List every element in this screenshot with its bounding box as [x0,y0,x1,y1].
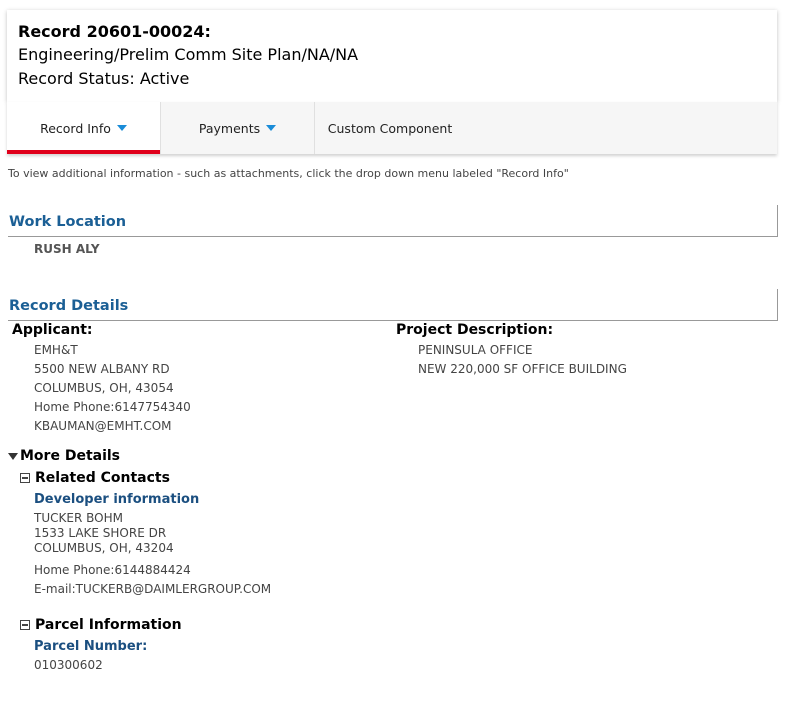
more-details-toggle[interactable]: More Details [8,448,120,464]
record-details-title: Record Details [9,298,129,314]
tab-record-info[interactable]: Record Info [7,102,160,154]
applicant-name: EMH&T [34,343,78,357]
tab-payments-label: Payments [198,120,261,136]
record-details-header: Record Details [8,289,778,321]
caret-down-icon [266,125,277,131]
info-hint: To view additional information - such as… [8,167,569,180]
contact-city: COLUMBUS, OH, 43204 [34,541,174,555]
tab-record-info-label: Record Info [40,120,111,136]
triangle-down-icon [8,452,18,460]
more-details-label: More Details [20,448,121,464]
related-contacts-label: Related Contacts [35,470,170,486]
project-name: PENINSULA OFFICE [418,343,533,357]
work-location-address: RUSH ALY [34,242,100,256]
contact-name: TUCKER BOHM [34,511,123,525]
applicant-street: 5500 NEW ALBANY RD [34,362,170,376]
tab-custom-component-label: Custom Component [327,120,453,136]
record-type: Engineering/Prelim Comm Site Plan/NA/NA [18,45,359,64]
related-contacts-toggle[interactable]: Related Contacts [20,470,170,486]
applicant-label: Applicant: [12,322,93,338]
applicant-phone: Home Phone:6147754340 [34,400,191,414]
parcel-number: 010300602 [34,658,103,672]
project-detail: NEW 220,000 SF OFFICE BUILDING [418,362,627,376]
record-title: Record 20601-00024: [18,22,211,41]
parcel-information-label: Parcel Information [35,617,182,633]
work-location-title: Work Location [9,214,127,230]
collapse-minus-icon [20,473,30,483]
parcel-number-label: Parcel Number: [34,639,148,654]
contact-phone: Home Phone:6144884424 [34,563,191,577]
project-description-label: Project Description: [396,322,554,338]
contact-street: 1533 LAKE SHORE DR [34,526,167,540]
contact-email: E-mail:TUCKERB@DAIMLERGROUP.COM [34,582,272,596]
parcel-information-toggle[interactable]: Parcel Information [20,617,182,633]
tab-bar: Record Info Payments Custom Component [7,102,777,154]
contact-type-label: Developer information [34,492,200,507]
tab-payments[interactable]: Payments [160,102,315,154]
applicant-email: KBAUMAN@EMHT.COM [34,419,172,433]
record-header: Record 20601-00024: Engineering/Prelim C… [7,10,777,102]
collapse-minus-icon [20,620,30,630]
work-location-header: Work Location [8,205,778,237]
tab-custom-component[interactable]: Custom Component [315,102,465,154]
caret-down-icon [116,125,127,131]
applicant-city: COLUMBUS, OH, 43054 [34,381,174,395]
record-status: Record Status: Active [18,69,190,88]
